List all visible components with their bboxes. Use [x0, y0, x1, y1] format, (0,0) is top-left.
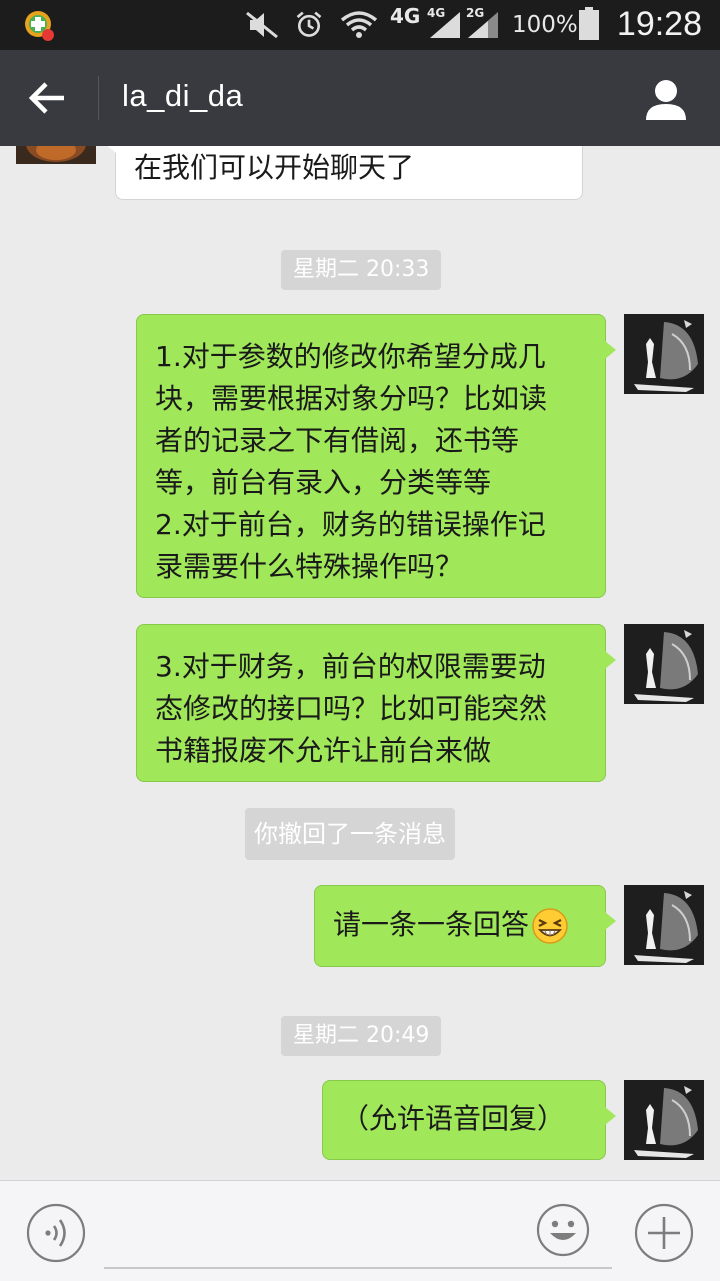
message-bubble-outgoing[interactable]: 请一条一条回答: [314, 885, 616, 967]
voice-icon[interactable]: [26, 1203, 86, 1263]
my-avatar[interactable]: [624, 314, 704, 394]
chat-title: la_di_da: [122, 78, 244, 113]
chat-area[interactable]: 在我们可以开始聊天了 星期二 20:33 1.对于参数的修改你希望分成几 块，需…: [0, 146, 720, 1180]
title-bar: la_di_da: [0, 50, 720, 146]
message-line: 录需要什么特殊操作吗？: [155, 550, 464, 583]
app-notification-icon: [25, 11, 54, 41]
message-line: 等，前台有录入，分类等等: [155, 466, 492, 499]
message-text: 请一条一条回答: [333, 908, 530, 941]
emoji-icon[interactable]: [536, 1203, 590, 1257]
plus-icon[interactable]: [634, 1203, 694, 1263]
message-line: 块，需要根据对象分吗？比如读: [155, 382, 548, 415]
wifi-icon: [340, 11, 378, 38]
message-line: 态修改的接口吗？比如可能突然: [155, 692, 548, 725]
message-line: 1.对于参数的修改你希望分成几: [155, 340, 546, 373]
my-avatar[interactable]: [624, 624, 704, 704]
battery-label: 100%: [512, 12, 578, 38]
message-bubble-incoming[interactable]: 在我们可以开始聊天了: [105, 146, 583, 200]
message-bubble-outgoing[interactable]: 1.对于参数的修改你希望分成几 块，需要根据对象分吗？比如读 者的记录之下有借阅…: [136, 314, 616, 598]
clock: 19:28: [616, 5, 702, 43]
title-divider: [98, 76, 99, 120]
contact-avatar[interactable]: [16, 146, 96, 164]
message-line: 者的记录之下有借阅，还书等: [155, 424, 520, 457]
timestamp-chip: 星期二 20:49: [281, 1016, 442, 1056]
message-bubble-outgoing[interactable]: （允许语音回复）: [322, 1080, 616, 1160]
grinning-squint-emoji-icon: [532, 908, 568, 944]
silent-icon: [246, 11, 278, 39]
timestamp-chip: 星期二 20:33: [281, 250, 442, 290]
message-text: 在我们可以开始聊天了: [134, 151, 415, 184]
message-line: 书籍报废不允许让前台来做: [155, 734, 492, 767]
status-bar: 4G 4G 2G 100% 19:28: [0, 0, 720, 50]
alarm-icon: [296, 11, 322, 37]
my-avatar[interactable]: [624, 1080, 704, 1160]
message-bubble-outgoing[interactable]: 3.对于财务，前台的权限需要动 态修改的接口吗？比如可能突然 书籍报废不允许让前…: [136, 624, 616, 782]
battery-icon: [579, 7, 599, 40]
signal-icon: [430, 12, 460, 38]
message-line: 3.对于财务，前台的权限需要动: [155, 650, 546, 683]
input-bar: [0, 1180, 720, 1281]
network-4g-label: 4G: [390, 4, 421, 28]
person-icon[interactable]: [642, 76, 690, 124]
arrow-left-icon[interactable]: [20, 74, 76, 122]
signal-2g-icon: [468, 12, 498, 38]
message-text: （允许语音回复）: [341, 1102, 566, 1135]
message-line: 2.对于前台，财务的错误操作记: [155, 508, 546, 541]
recall-notice: 你撤回了一条消息: [245, 808, 455, 860]
my-avatar[interactable]: [624, 885, 704, 965]
